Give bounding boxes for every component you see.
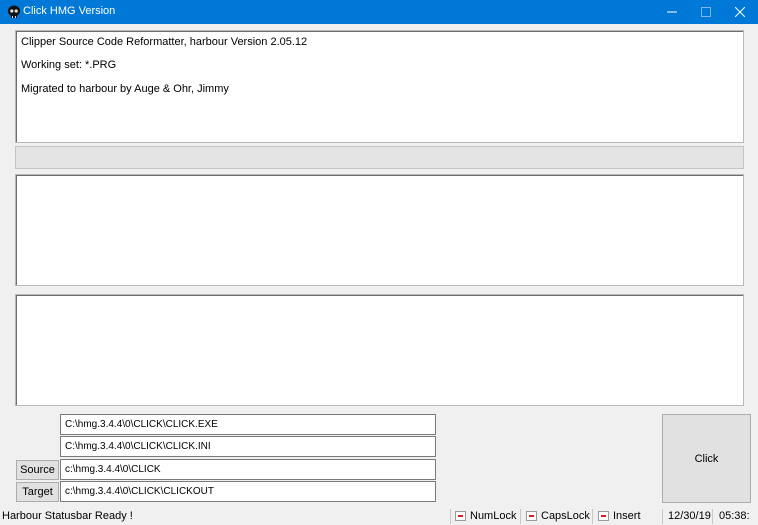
source-path-value: c:\hmg.3.4.4\0\CLICK — [65, 464, 161, 475]
info-version-line: Clipper Source Code Reformatter, harbour… — [21, 36, 308, 48]
maximize-button[interactable] — [689, 0, 723, 24]
source-button[interactable]: Source — [16, 460, 59, 480]
numlock-indicator-icon — [455, 511, 466, 521]
minimize-icon — [667, 11, 677, 13]
exe-path-value: C:\hmg.3.4.4\0\CLICK\CLICK.EXE — [65, 419, 218, 430]
info-working-set-line: Working set: *.PRG — [21, 59, 117, 71]
progress-bar — [15, 146, 744, 169]
maximize-icon — [701, 7, 711, 17]
status-bar: Harbour Statusbar Ready ! NumLock CapsLo… — [0, 507, 758, 525]
minimize-button[interactable] — [655, 0, 689, 24]
output-memo-2[interactable] — [15, 294, 744, 406]
insert-label: Insert — [613, 510, 641, 522]
close-icon — [735, 7, 745, 17]
title-bar: Click HMG Version — [0, 0, 758, 24]
status-separator — [592, 509, 593, 524]
insert-indicator-icon — [598, 511, 609, 521]
target-button[interactable]: Target — [16, 482, 59, 502]
source-path-field[interactable]: c:\hmg.3.4.4\0\CLICK — [60, 459, 436, 480]
ini-path-value: C:\hmg.3.4.4\0\CLICK\CLICK.INI — [65, 441, 211, 452]
output-memo-1[interactable] — [15, 174, 744, 286]
info-memo[interactable]: Clipper Source Code Reformatter, harbour… — [15, 30, 744, 143]
close-button[interactable] — [723, 0, 757, 24]
status-separator — [450, 509, 451, 524]
skull-icon — [8, 5, 20, 18]
status-message: Harbour Statusbar Ready ! — [2, 510, 133, 522]
status-separator — [712, 509, 713, 524]
target-path-field[interactable]: c:\hmg.3.4.4\0\CLICK\CLICKOUT — [60, 481, 436, 502]
status-date: 12/30/19 — [668, 510, 711, 522]
capslock-label: CapsLock — [541, 510, 590, 522]
numlock-label: NumLock — [470, 510, 517, 522]
status-separator — [662, 509, 663, 524]
info-credits-line: Migrated to harbour by Auge & Ohr, Jimmy — [21, 83, 229, 95]
ini-path-field[interactable]: C:\hmg.3.4.4\0\CLICK\CLICK.INI — [60, 436, 436, 457]
capslock-indicator-icon — [526, 511, 537, 521]
target-path-value: c:\hmg.3.4.4\0\CLICK\CLICKOUT — [65, 486, 214, 497]
click-button[interactable]: Click — [662, 414, 751, 503]
status-time: 05:38: — [719, 510, 750, 522]
exe-path-field[interactable]: C:\hmg.3.4.4\0\CLICK\CLICK.EXE — [60, 414, 436, 435]
status-separator — [520, 509, 521, 524]
window-title: Click HMG Version — [23, 5, 116, 17]
